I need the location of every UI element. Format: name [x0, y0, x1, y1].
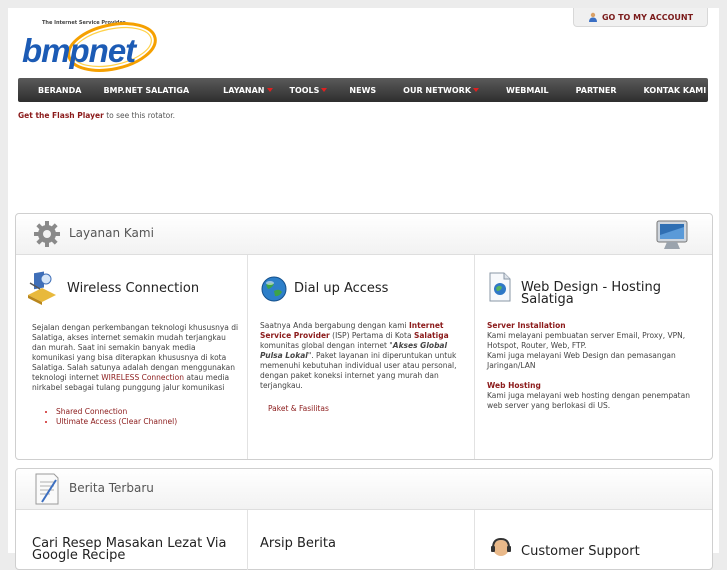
layanan-title: Layanan Kami — [69, 226, 154, 240]
webdesign-text: Kami juga melayani Web Design dan pemasa… — [487, 351, 676, 370]
monitor-icon — [656, 220, 688, 249]
nav-layanan[interactable]: LAYANAN — [200, 86, 283, 95]
server-installation-heading: Server Installation — [487, 321, 566, 330]
get-flash-player-link[interactable]: Get the Flash Player — [18, 111, 104, 120]
nav-label: NEWS — [349, 85, 377, 95]
nav-webmail[interactable]: WEBMAIL — [490, 86, 560, 95]
paket-fasilitas-link[interactable]: Paket & Fasilitas — [268, 404, 329, 413]
user-icon — [588, 12, 597, 22]
nav-our-network[interactable]: OUR NETWORK — [387, 86, 490, 95]
nav-partner[interactable]: PARTNER — [560, 86, 628, 95]
nav-label: PARTNER — [575, 85, 617, 95]
berita-box: Berita Terbaru Cari Resep Masakan Lezat … — [15, 468, 713, 570]
nav-label: OUR NETWORK — [403, 85, 472, 95]
customer-support-icon — [491, 537, 511, 556]
news-document-icon — [35, 473, 59, 505]
dialup-column: Dial up Access Saatnya Anda bergabung de… — [248, 255, 475, 459]
gear-icon — [34, 221, 60, 247]
salatiga-highlight: Salatiga — [413, 331, 449, 340]
ultimate-access-link[interactable]: Ultimate Access (Clear Channel) — [56, 417, 177, 426]
nav-label: BERANDA — [38, 85, 82, 95]
bmpnet-logo[interactable]: The Internet Service Provider bmpnet — [20, 20, 160, 80]
logo-text: bmpnet — [22, 32, 138, 69]
wireless-title: Wireless Connection — [67, 281, 200, 296]
my-account-label: GO TO MY ACCOUNT — [601, 12, 694, 22]
webdesign-column: Web Design - Hosting Salatiga Server Ins… — [475, 255, 712, 459]
logo-graphic: bmpnet — [22, 22, 157, 72]
arsip-berita-title: Arsip Berita — [260, 536, 336, 551]
flash-notice-text: to see this rotator. — [103, 111, 176, 120]
nav-label: LAYANAN — [223, 85, 265, 95]
dialup-title: Dial up Access — [294, 281, 389, 296]
news-headline-link[interactable]: Cari Resep Masakan Lezat Via Google Reci… — [32, 537, 244, 562]
my-account-button[interactable]: GO TO MY ACCOUNT — [573, 8, 708, 27]
nav-label: BMP.NET SALATIGA — [103, 85, 190, 95]
web-hosting-heading: Web Hosting — [487, 381, 541, 390]
dropdown-arrow-icon — [321, 88, 328, 92]
globe-icon — [261, 276, 287, 302]
nav-kontak-kami[interactable]: KONTAK KAMI — [628, 86, 718, 95]
nav-bmpnet-salatiga[interactable]: BMP.NET SALATIGA — [92, 86, 200, 95]
webdesign-text: Kami melayani pembuatan server Email, Pr… — [487, 331, 686, 350]
dialup-text: (ISP) Pertama di Kota — [329, 331, 414, 340]
nav-news[interactable]: NEWS — [338, 86, 387, 95]
list-item[interactable]: Shared Connection — [56, 407, 266, 417]
layanan-header: Layanan Kami — [16, 214, 712, 255]
dialup-text: Saatnya Anda bergabung dengan kami — [260, 321, 409, 330]
nav-label: WEBMAIL — [506, 85, 549, 95]
main-nav: BERANDA BMP.NET SALATIGA LAYANAN TOOLS N… — [18, 78, 708, 102]
wireless-column: Wireless Connection Sejalan dengan perke… — [16, 255, 248, 459]
wireless-body: Sejalan dengan perkembangan teknologi kh… — [32, 323, 240, 393]
webdesign-body: Server Installation Kami melayani pembua… — [487, 321, 705, 411]
news-column: Cari Resep Masakan Lezat Via Google Reci… — [16, 510, 248, 570]
wireless-network-icon — [28, 271, 56, 305]
support-column: Customer Support — [475, 510, 712, 570]
layanan-box: Layanan Kami Wireless Connection Sejalan… — [15, 213, 713, 460]
webdesign-title: Web Design - Hosting Salatiga — [521, 280, 662, 307]
dialup-text: komunitas global dengan internet " — [260, 341, 393, 350]
page: The Internet Service Provider bmpnet GO … — [8, 8, 719, 570]
dropdown-arrow-icon — [266, 88, 273, 92]
dialup-body: Saatnya Anda bergabung dengan kami Inter… — [260, 321, 465, 391]
dropdown-arrow-icon — [473, 88, 480, 92]
nav-tools[interactable]: TOOLS — [284, 86, 339, 95]
document-icon — [489, 272, 511, 302]
archive-column: Arsip Berita — [248, 510, 475, 570]
wireless-connection-link[interactable]: WIRELESS Connection — [101, 373, 184, 382]
nav-label: TOOLS — [289, 85, 320, 95]
shared-connection-link[interactable]: Shared Connection — [56, 407, 127, 416]
berita-title: Berita Terbaru — [69, 481, 154, 495]
webdesign-text: Kami juga melayani web hosting dengan pe… — [487, 391, 690, 410]
nav-beranda[interactable]: BERANDA — [18, 86, 92, 95]
nav-label: KONTAK KAMI — [643, 85, 707, 95]
berita-header: Berita Terbaru — [16, 469, 712, 510]
wireless-links: Shared Connection Ultimate Access (Clear… — [28, 407, 266, 427]
customer-support-title: Customer Support — [521, 544, 640, 559]
list-item[interactable]: Ultimate Access (Clear Channel) — [56, 417, 266, 427]
flash-notice: Get the Flash Player to see this rotator… — [18, 111, 175, 120]
